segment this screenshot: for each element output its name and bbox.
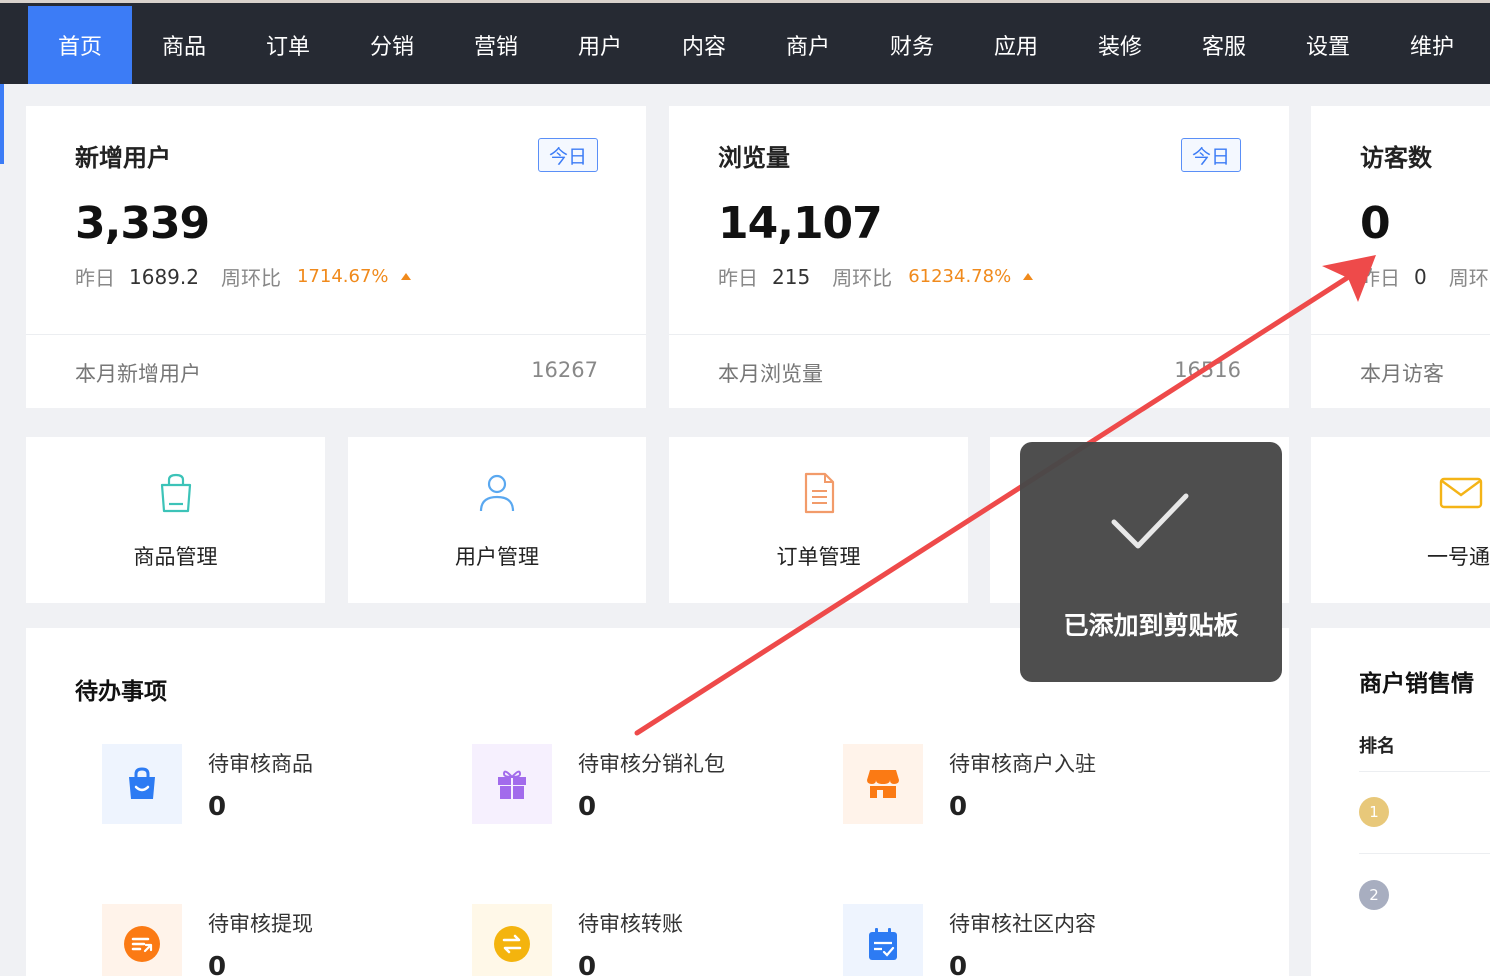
- todo-item-count: 0: [208, 952, 227, 976]
- nav-item-maintenance[interactable]: 维护: [1380, 6, 1484, 84]
- todo-item-icon-box[interactable]: [472, 744, 552, 824]
- yesterday-label: 昨日: [718, 266, 758, 290]
- top-nav-bar: 首页 商品 订单 分销 营销 用户 内容 商户 财务 应用 装修 客服 设置 维…: [0, 0, 1490, 84]
- wow-label: 周环: [1448, 266, 1489, 290]
- quick-link-label: 商品管理: [133, 545, 218, 569]
- todo-item-count: 0: [949, 952, 968, 976]
- divider: [669, 334, 1289, 335]
- quick-link-label: 一号通: [1427, 545, 1490, 569]
- stat-title: 新增用户: [75, 144, 171, 172]
- nav-item-apps[interactable]: 应用: [964, 6, 1068, 84]
- stat-title: 浏览量: [718, 144, 790, 172]
- checkmark-icon: [1111, 493, 1189, 549]
- stat-title: 访客数: [1360, 144, 1432, 172]
- divider: [1359, 771, 1490, 772]
- stat-value: 14,107: [718, 198, 883, 249]
- todo-item-icon-box[interactable]: [102, 744, 182, 824]
- nav-item-merchants[interactable]: 商户: [756, 6, 860, 84]
- yesterday-value: 1689.2: [129, 264, 199, 289]
- todo-title: 待办事项: [75, 679, 167, 705]
- nav-item-users[interactable]: 用户: [548, 6, 652, 84]
- nav-item-finance[interactable]: 财务: [860, 6, 964, 84]
- yesterday-label: 昨日: [1360, 266, 1400, 290]
- quick-link-yihaotong[interactable]: 一号通: [1311, 437, 1490, 603]
- quick-link-products[interactable]: 商品管理: [26, 437, 325, 603]
- todo-item-label[interactable]: 待审核商户入驻: [949, 748, 1096, 778]
- todo-item-icon-box[interactable]: [102, 904, 182, 976]
- today-badge: 今日: [538, 138, 598, 172]
- stat-footer-label: 本月新增用户: [75, 362, 201, 386]
- yesterday-label: 昨日: [75, 266, 115, 290]
- quick-link-label: 订单管理: [776, 545, 861, 569]
- transfer-icon: [494, 926, 530, 962]
- todo-item-count: 0: [949, 792, 968, 822]
- wow-label: 周环比: [220, 266, 281, 290]
- rank-medal-1: 1: [1359, 797, 1389, 827]
- rank-column-header: 排名: [1359, 736, 1395, 757]
- stat-comparison: 昨日 0 周环: [1360, 262, 1489, 291]
- today-badge: 今日: [1181, 138, 1241, 172]
- trend-up-icon: [1023, 273, 1034, 280]
- stat-footer-value: 16516: [1174, 358, 1241, 382]
- quick-link-orders[interactable]: 订单管理: [669, 437, 968, 603]
- yesterday-value: 0: [1414, 264, 1427, 289]
- stat-card-page-views: 浏览量 今日 14,107 昨日 215 周环比 61234.78% 本月浏览量…: [669, 106, 1289, 408]
- toast-message: 已添加到剪贴板: [1063, 611, 1239, 640]
- nav-item-home[interactable]: 首页: [28, 6, 132, 84]
- clipboard-toast: 已添加到剪贴板: [1020, 442, 1282, 682]
- stat-value: 0: [1360, 198, 1391, 249]
- wow-label: 周环比: [832, 266, 893, 290]
- stat-footer-label: 本月访客: [1360, 362, 1444, 386]
- todo-item-label[interactable]: 待审核转账: [578, 908, 683, 938]
- nav-item-decoration[interactable]: 装修: [1068, 6, 1172, 84]
- stat-value: 3,339: [75, 198, 210, 249]
- storefront-icon: [867, 770, 899, 798]
- todo-item-count: 0: [578, 952, 597, 976]
- todo-item-label[interactable]: 待审核商品: [208, 748, 313, 778]
- mail-icon: [1439, 477, 1483, 509]
- nav-item-products[interactable]: 商品: [132, 6, 236, 84]
- wow-value: 61234.78%: [908, 266, 1012, 287]
- nav-item-settings[interactable]: 设置: [1276, 6, 1380, 84]
- divider: [26, 334, 646, 335]
- todo-item-icon-box[interactable]: [843, 744, 923, 824]
- withdraw-icon: [124, 926, 160, 962]
- sidebar-active-indicator: [0, 84, 4, 164]
- trend-up-icon: [400, 273, 411, 280]
- quick-link-label: 用户管理: [455, 545, 539, 569]
- shopping-bag-icon: [160, 473, 191, 513]
- nav-item-customer-service[interactable]: 客服: [1172, 6, 1276, 84]
- yesterday-value: 215: [772, 264, 811, 289]
- nav-item-orders[interactable]: 订单: [236, 6, 340, 84]
- stat-comparison: 昨日 215 周环比 61234.78%: [718, 262, 1034, 291]
- user-icon: [479, 474, 515, 512]
- shopping-bag-smile-icon: [129, 767, 155, 799]
- todo-item-icon-box[interactable]: [843, 904, 923, 976]
- wow-value: 1714.67%: [296, 266, 389, 287]
- nav-item-distribution[interactable]: 分销: [340, 6, 444, 84]
- todo-item-icon-box[interactable]: [472, 904, 552, 976]
- todo-item-label[interactable]: 待审核社区内容: [949, 908, 1096, 938]
- quick-link-users[interactable]: 用户管理: [348, 437, 646, 603]
- calendar-check-icon: [869, 928, 897, 960]
- divider: [1311, 334, 1490, 335]
- stat-footer-value: 16267: [531, 358, 598, 382]
- rank-medal-2: 2: [1359, 880, 1389, 910]
- stat-card-visitors: 访客数 0 昨日 0 周环 本月访客: [1311, 106, 1490, 408]
- stat-footer-label: 本月浏览量: [718, 362, 823, 386]
- document-icon: [804, 472, 834, 514]
- todo-item-count: 0: [578, 792, 597, 822]
- nav-item-content[interactable]: 内容: [652, 6, 756, 84]
- stat-comparison: 昨日 1689.2 周环比 1714.67%: [75, 262, 411, 291]
- todo-item-label[interactable]: 待审核分销礼包: [578, 748, 725, 778]
- gift-icon: [498, 770, 526, 799]
- divider: [1359, 853, 1490, 854]
- todo-item-count: 0: [208, 792, 227, 822]
- merchant-sales-title: 商户销售情: [1359, 671, 1474, 697]
- nav-item-marketing[interactable]: 营销: [444, 6, 548, 84]
- todo-item-label[interactable]: 待审核提现: [208, 908, 313, 938]
- stat-card-new-users: 新增用户 今日 3,339 昨日 1689.2 周环比 1714.67% 本月新…: [26, 106, 646, 408]
- merchant-sales-panel: 商户销售情 排名 1 2: [1311, 628, 1490, 976]
